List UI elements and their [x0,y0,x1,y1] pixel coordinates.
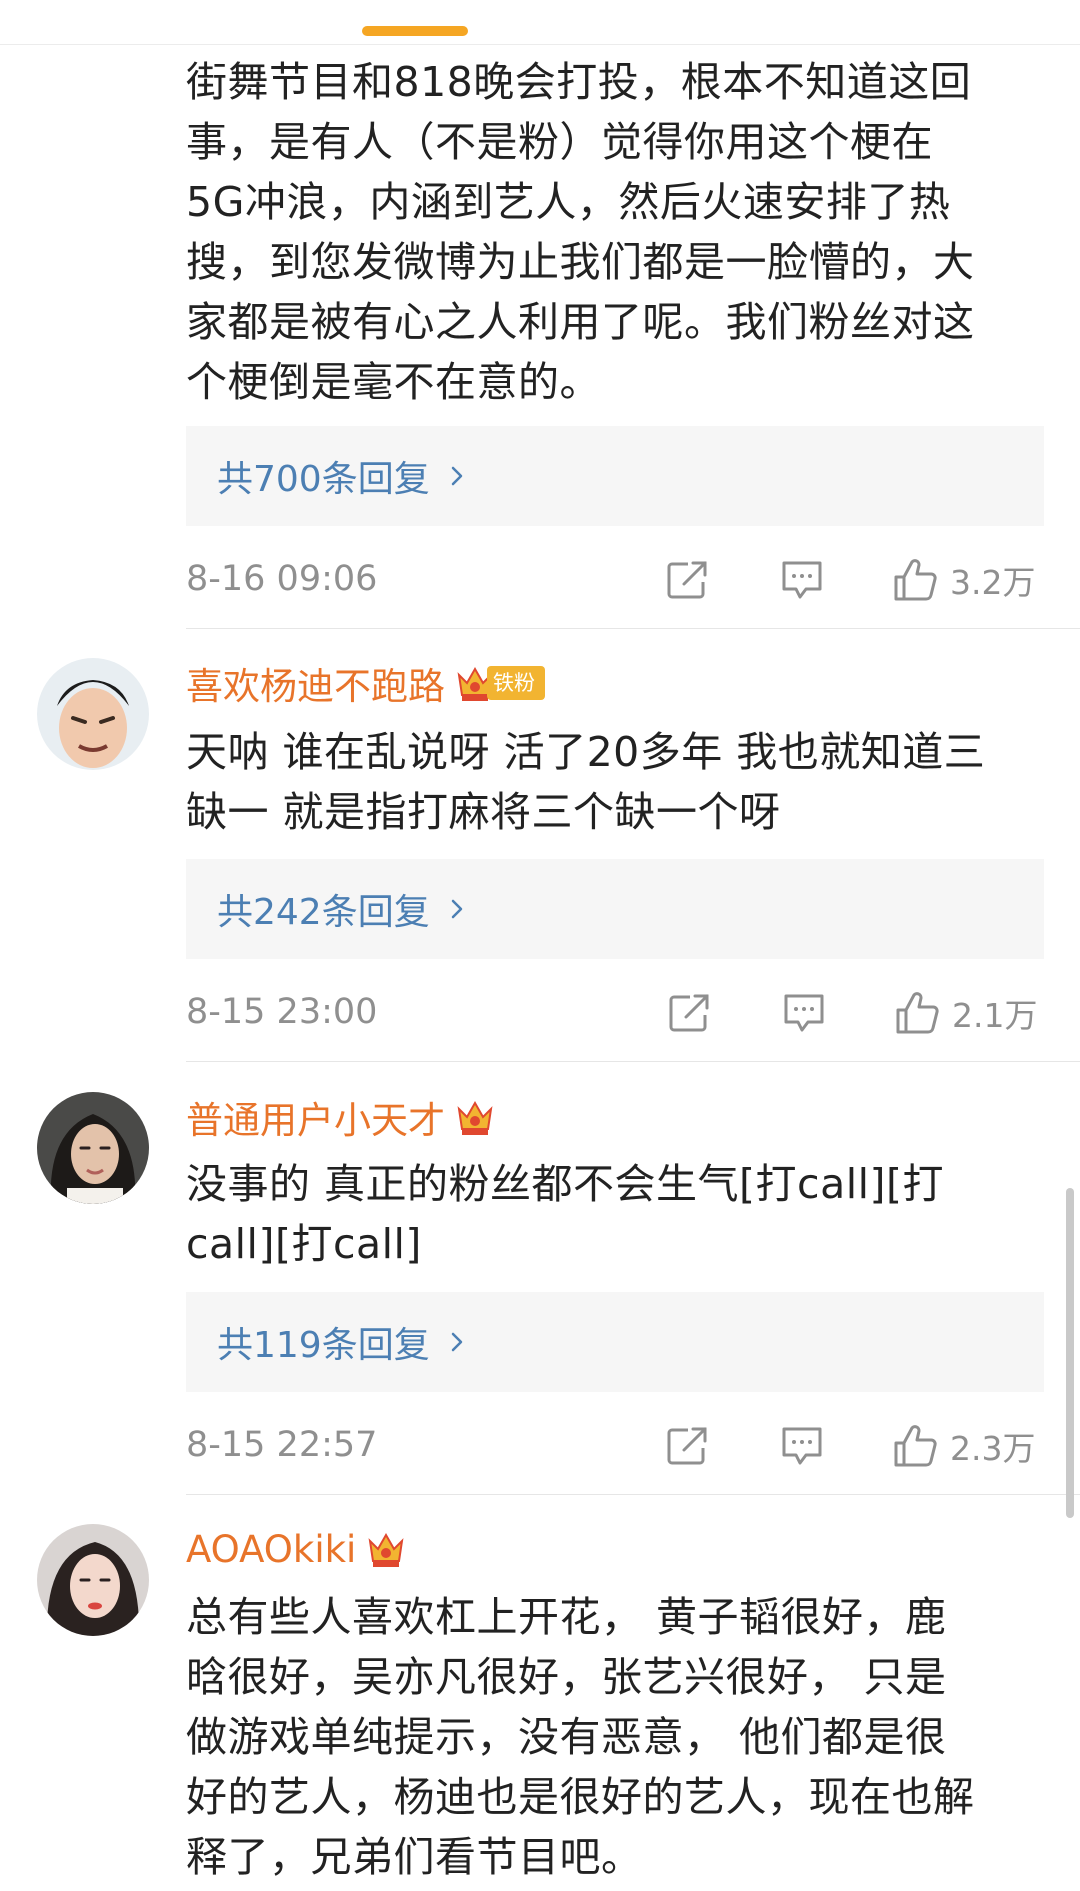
username[interactable]: 普通用户小天才 [186,1090,445,1144]
fan-level-badge: 铁粉 [487,666,545,700]
comment-text-line: 做游戏单纯提示，没有恶意， 他们都是很 [186,1713,947,1761]
like-button[interactable]: 2.1万 [894,988,1037,1038]
vip-crown-icon [457,1100,493,1135]
replies-count-label: 共119条回复 [217,1325,430,1366]
comment-text: 没事的 真正的粉丝都不会生气[打call][打 call][打call] [186,1154,1046,1274]
like-button[interactable]: 2.3万 [892,1421,1035,1471]
comment-text-line: 事，是有人（不是粉）觉得你用这个梗在 [186,118,933,166]
like-icon [896,992,939,1034]
avatar-image [37,1092,149,1204]
share-icon [669,994,709,1032]
comment-text-line: 个梗倒是毫不在意的。 [186,358,601,406]
vip-badge: 铁粉 [455,660,545,706]
comment-divider [186,1061,1080,1062]
comment-text-line: 街舞节目和818晚会打投，根本不知道这回 [186,58,972,106]
comment-meta: 8-16 09:06 3.2万 [186,555,1044,605]
view-replies-button[interactable]: 共119条回复 [186,1292,1044,1392]
share-icon [667,1427,707,1465]
comment-text-line: call][打call] [186,1220,422,1268]
comment-time: 8-15 23:00 [186,992,378,1032]
reply-button[interactable] [780,1421,824,1471]
username-row: 普通用户小天才 [186,1092,495,1142]
comment-text-line: 天呐 谁在乱说呀 活了20多年 我也就知道三 [186,728,986,776]
comment-time: 8-15 22:57 [186,1425,378,1465]
reply-button[interactable] [782,988,826,1038]
vip-badge [366,1526,406,1572]
replies-count-label: 共242条回复 [217,892,430,933]
comment-icon [782,1427,822,1465]
scrollbar[interactable] [1066,1188,1074,1518]
avatar-image [37,1524,149,1636]
comment-meta: 8-15 22:57 2.3万 [186,1421,1044,1471]
username-row: AOAOkiki [186,1524,406,1574]
comment-text: 总有些人喜欢杠上开花， 黄子韬很好，鹿 晗很好，吴亦凡很好，张艺兴很好， 只是 … [186,1587,1046,1887]
view-replies-button[interactable]: 共242条回复 [186,859,1044,959]
comment-time: 8-16 09:06 [186,559,378,599]
top-tab-bar [0,0,1080,45]
comment-text-line: 晗很好，吴亦凡很好，张艺兴很好， 只是 [186,1653,947,1701]
comment-divider [186,628,1080,629]
like-button[interactable]: 3.2万 [892,555,1035,605]
comment-text-line: 释了，兄弟们看节目吧。 [186,1833,643,1881]
avatar[interactable] [37,658,149,770]
like-icon [894,559,937,601]
like-count: 3.2万 [950,563,1036,602]
username[interactable]: 喜欢杨迪不跑路 [186,656,445,710]
comment-icon [784,994,824,1032]
share-icon [667,561,707,599]
view-replies-button[interactable]: 共700条回复 [186,426,1044,526]
comment-text-line: 总有些人喜欢杠上开花， 黄子韬很好，鹿 [186,1593,947,1641]
comment-text: 街舞节目和818晚会打投，根本不知道这回 事，是有人（不是粉）觉得你用这个梗在 … [186,52,1046,412]
active-tab-indicator [362,26,468,36]
chevron-right-icon [451,1332,462,1352]
reply-button[interactable] [780,555,824,605]
comment-text-line: 没事的 真正的粉丝都不会生气[打call][打 [186,1160,944,1208]
chevron-right-icon [451,899,462,919]
comment-meta: 8-15 23:00 2.1万 [186,988,1044,1038]
comment-text-line: 家都是被有心之人利用了呢。我们粉丝对这 [186,298,975,346]
avatar[interactable] [37,1092,149,1204]
avatar[interactable] [37,1524,149,1636]
comment-text: 天呐 谁在乱说呀 活了20多年 我也就知道三 缺一 就是指打麻将三个缺一个呀 [186,722,1046,842]
like-count: 2.1万 [952,996,1038,1035]
chevron-right-icon [451,466,462,486]
comment-text-line: 缺一 就是指打麻将三个缺一个呀 [186,788,781,836]
comment-icon [782,561,822,599]
comment-text-line: 5G冲浪，内涵到艺人，然后火速安排了热 [186,178,951,226]
replies-count-label: 共700条回复 [217,459,430,500]
vip-crown-icon [368,1532,404,1567]
share-button[interactable] [668,988,712,1038]
username-row: 喜欢杨迪不跑路 铁粉 [186,658,545,708]
comment-divider [186,1494,1080,1495]
like-count: 2.3万 [950,1429,1036,1468]
username[interactable]: AOAOkiki [186,1528,356,1571]
comment-text-line: 搜，到您发微博为止我们都是一脸懵的，大 [186,238,975,286]
avatar-image [37,658,149,770]
share-button[interactable] [666,1421,710,1471]
vip-badge [455,1094,495,1140]
share-button[interactable] [666,555,710,605]
like-icon [894,1425,937,1467]
comment-text-line: 好的艺人，杨迪也是很好的艺人，现在也解 [186,1773,975,1821]
